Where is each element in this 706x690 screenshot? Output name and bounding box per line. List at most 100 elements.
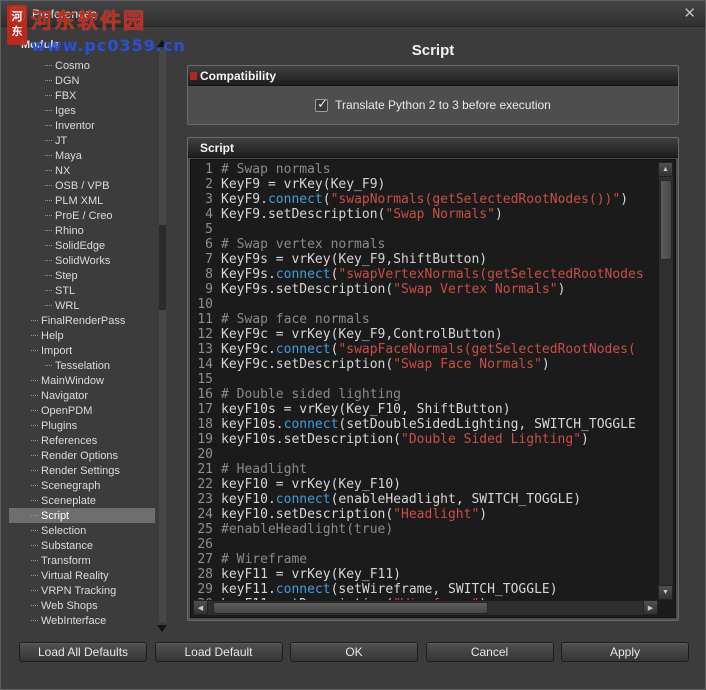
sidebar-item-sceneplate[interactable]: Sceneplate [9, 493, 155, 508]
code-line: 28 keyF11 = vrKey(Key_F11) [193, 567, 658, 582]
code-text: #enableHeadlight(true) [221, 522, 394, 537]
sidebar-item-label: Sceneplate [41, 494, 97, 507]
close-icon[interactable]: ✕ [683, 6, 696, 21]
sidebar-item-vrpn-tracking[interactable]: VRPN Tracking [9, 583, 155, 598]
compatibility-body: ✓ Translate Python 2 to 3 before executi… [188, 86, 678, 124]
tree-branch-line [31, 590, 38, 591]
tree-branch-line [31, 395, 38, 396]
sidebar-item-openpdm[interactable]: OpenPDM [9, 403, 155, 418]
sidebar-item-step[interactable]: Step [9, 268, 155, 283]
line-number: 4 [205, 207, 213, 222]
tree-scroll-track[interactable] [159, 50, 166, 622]
sidebar-item-finalrenderpass[interactable]: FinalRenderPass [9, 313, 155, 328]
translate-python-label[interactable]: Translate Python 2 to 3 before execution [335, 98, 551, 112]
line-number: 2 [205, 177, 213, 192]
scroll-up-button[interactable]: ▲ [658, 162, 673, 177]
code-line: 23 keyF10.connect(enableHeadlight, SWITCH… [193, 492, 658, 507]
tree-branch-line [31, 500, 38, 501]
line-number: 19 [197, 432, 213, 447]
sidebar-item-render-settings[interactable]: Render Settings [9, 463, 155, 478]
sidebar-item-label: SolidWorks [55, 254, 111, 267]
sidebar-item-jt[interactable]: JT [9, 133, 155, 148]
vertical-scrollbar[interactable]: ▲ ▼ [658, 162, 673, 600]
sidebar-item-label: Cosmo [55, 59, 90, 72]
sidebar-item-solidworks[interactable]: SolidWorks [9, 253, 155, 268]
apply-button[interactable]: Apply [561, 642, 689, 662]
sidebar-item-mainwindow[interactable]: MainWindow [9, 373, 155, 388]
horizontal-scroll-thumb[interactable] [213, 602, 488, 614]
translate-python-checkbox[interactable]: ✓ [315, 95, 329, 112]
sidebar-item-iges[interactable]: Iges [9, 103, 155, 118]
vertical-scroll-thumb[interactable] [660, 180, 672, 260]
sidebar-item-inventor[interactable]: Inventor [9, 118, 155, 133]
sidebar-item-module[interactable]: Module [9, 37, 155, 52]
tree-branch-line [45, 200, 52, 201]
sidebar-item-tesselation[interactable]: Tesselation [9, 358, 155, 373]
cancel-button[interactable]: Cancel [425, 642, 554, 662]
sidebar-item-label: WebInterface [41, 614, 107, 627]
sidebar-item-transform[interactable]: Transform [9, 553, 155, 568]
sidebar-item-label: VRPN Tracking [41, 584, 117, 597]
sidebar-item-navigator[interactable]: Navigator [9, 388, 155, 403]
tree-scroll-thumb[interactable] [159, 225, 166, 310]
sidebar-item-plm-xml[interactable]: PLM XML [9, 193, 155, 208]
sidebar-item-rhino[interactable]: Rhino [9, 223, 155, 238]
sidebar-item-webinterface[interactable]: WebInterface [9, 613, 155, 628]
window-title: Preferences [32, 6, 97, 21]
scroll-left-button[interactable]: ◀ [193, 600, 208, 615]
checkmark-icon: ✓ [317, 95, 329, 111]
sidebar-item-label: Substance [41, 539, 93, 552]
line-number: 14 [197, 357, 213, 372]
line-number: 27 [197, 552, 213, 567]
tree-scrollbar[interactable] [157, 37, 167, 635]
sidebar-item-label: Step [55, 269, 78, 282]
sidebar-item-stl[interactable]: STL [9, 283, 155, 298]
sidebar-item-help[interactable]: Help [9, 328, 155, 343]
sidebar-item-render-options[interactable]: Render Options [9, 448, 155, 463]
sidebar-item-selection[interactable]: Selection [9, 523, 155, 538]
sidebar-item-solidedge[interactable]: SolidEdge [9, 238, 155, 253]
sidebar-item-plugins[interactable]: Plugins [9, 418, 155, 433]
sidebar-item-nx[interactable]: NX [9, 163, 155, 178]
sidebar-item-cosmo[interactable]: Cosmo [9, 58, 155, 73]
load-all-defaults-button[interactable]: Load All Defaults [19, 642, 147, 662]
load-default-button[interactable]: Load Default [154, 642, 283, 662]
sidebar-item-wrl[interactable]: WRL [9, 298, 155, 313]
sidebar-item-web-shops[interactable]: Web Shops [9, 598, 155, 613]
sidebar-item-osb-vpb[interactable]: OSB / VPB [9, 178, 155, 193]
code-text: # Swap normals [221, 162, 331, 177]
code-line: 14 KeyF9c.setDescription("Swap Face Norma… [193, 357, 658, 372]
code-text: keyF10s.connect(setDoubleSidedLighting, … [221, 417, 636, 432]
script-group: Script 1 # Swap normals 2 KeyF9 = vrKey(Key… [187, 137, 679, 621]
sidebar-item-proe-creo[interactable]: ProE / Creo [9, 208, 155, 223]
sidebar-item-label: Import [41, 344, 73, 357]
sidebar-item-virtual-reality[interactable]: Virtual Reality [9, 568, 155, 583]
tree-scroll-down-icon[interactable] [157, 625, 167, 632]
app-icon [10, 7, 25, 20]
code-text: keyF10s.setDescription("Double Sided Lig… [221, 432, 589, 447]
line-number: 22 [197, 477, 213, 492]
sidebar-item-label: Iges [55, 104, 76, 117]
script-group-header-label: Script [200, 140, 235, 155]
sidebar-item-scenegraph[interactable]: Scenegraph [9, 478, 155, 493]
line-number: 17 [197, 402, 213, 417]
scroll-right-button[interactable]: ▶ [643, 600, 658, 615]
tree-branch-line [45, 215, 52, 216]
sidebar-item-label: References [41, 434, 98, 447]
horizontal-scrollbar[interactable]: ◀ ▶ [193, 600, 658, 615]
code-text: KeyF9.connect("swapNormals(getSelectedRo… [221, 192, 629, 207]
sidebar-item-maya[interactable]: Maya [9, 148, 155, 163]
sidebar-item-script[interactable]: Script [9, 508, 155, 523]
sidebar-item-references[interactable]: References [9, 433, 155, 448]
line-number: 16 [197, 387, 213, 402]
tree-scroll-up-icon[interactable] [157, 40, 167, 47]
sidebar-item-import[interactable]: Import [9, 343, 155, 358]
code-area[interactable]: 1 # Swap normals 2 KeyF9 = vrKey(Key_F9) 3 Ke… [193, 162, 658, 600]
sidebar-item-dgn[interactable]: DGN [9, 73, 155, 88]
sidebar-item-fbx[interactable]: FBX [9, 88, 155, 103]
line-number: 12 [197, 327, 213, 342]
script-editor[interactable]: 1 # Swap normals 2 KeyF9 = vrKey(Key_F9) 3 Ke… [190, 159, 676, 618]
scroll-down-button[interactable]: ▼ [658, 585, 673, 600]
sidebar-item-substance[interactable]: Substance [9, 538, 155, 553]
ok-button[interactable]: OK [290, 642, 418, 662]
